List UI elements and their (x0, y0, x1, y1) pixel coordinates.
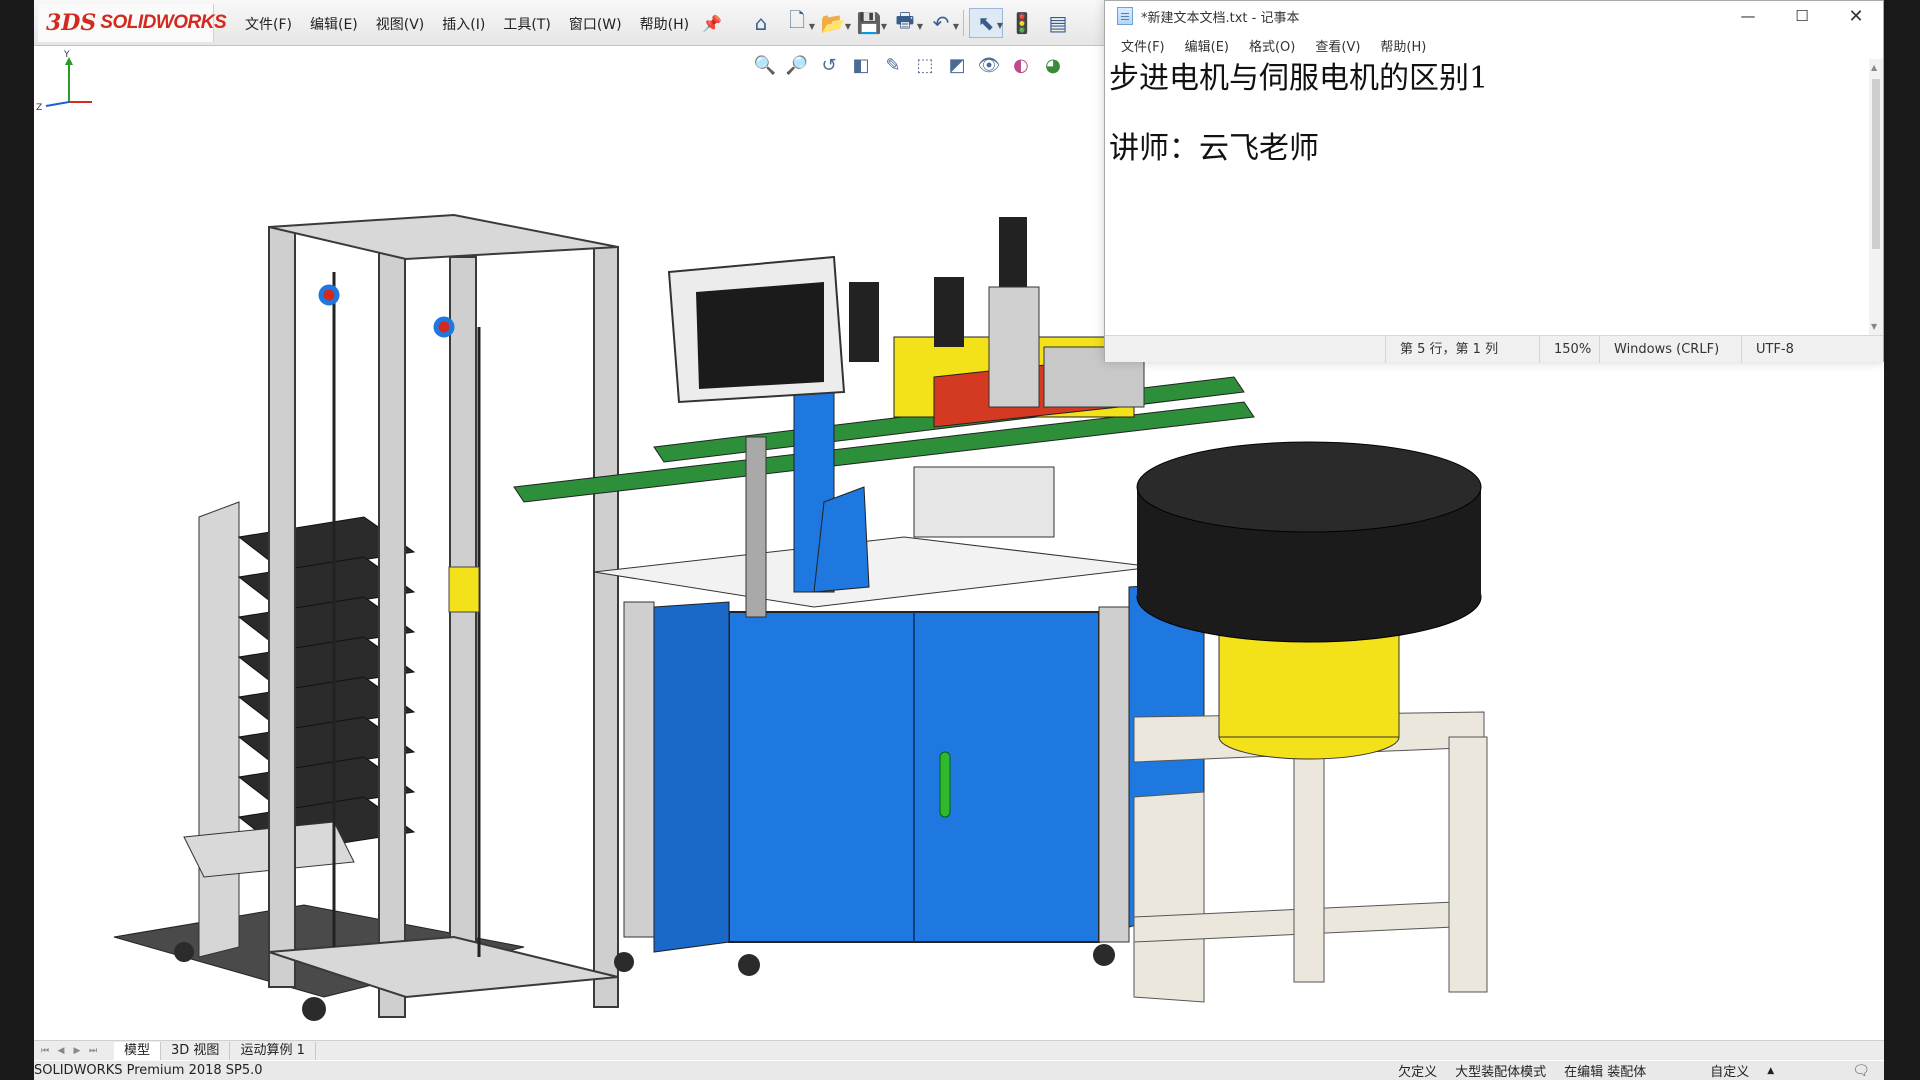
pin-menu-icon[interactable]: 📌 (702, 14, 722, 33)
status-right-group: 欠定义 大型装配体模式 在编辑 装配体 自定义 ▲ 🗨 (1398, 1061, 1870, 1080)
home-icon[interactable]: ⌂ (744, 8, 778, 38)
options-icon[interactable]: ▤ (1041, 8, 1075, 38)
menu-view[interactable]: 视图(V) (367, 14, 434, 34)
maximize-button[interactable]: ☐ (1775, 1, 1829, 31)
display-style-icon[interactable]: ◩ (942, 50, 972, 80)
tab-navigation: ⏮ ◀ ▶ ⏭ (34, 1044, 100, 1058)
tab-3d-view[interactable]: 3D 视图 (161, 1041, 231, 1060)
svg-text:Z: Z (36, 103, 42, 113)
undo-icon[interactable]: ↶ ▼ (924, 8, 959, 38)
menu-edit[interactable]: 编辑(E) (301, 14, 367, 34)
save-icon[interactable]: 💾 ▼ (852, 8, 887, 38)
pulley-top-right (433, 316, 455, 338)
line-ending: Windows (CRLF) (1599, 335, 1741, 363)
section-view-icon[interactable]: ◧ (846, 50, 876, 80)
zoom-to-fit-icon[interactable]: 🔍 (750, 50, 780, 80)
notepad-menubar: 文件(F) 编辑(E) 格式(O) 查看(V) 帮助(H) (1105, 31, 1883, 59)
solidworks-statusbar: SOLIDWORKS Premium 2018 SP5.0 欠定义 大型装配体模… (34, 1061, 1884, 1080)
notepad-menu-help[interactable]: 帮助(H) (1370, 36, 1436, 55)
main-table (593, 536, 1205, 953)
tab-motion-study[interactable]: 运动算例 1 (230, 1041, 316, 1060)
select-icon[interactable]: ⬉ ▼ (969, 8, 1003, 38)
edit-appearance-icon[interactable]: ◐ (1006, 50, 1036, 80)
previous-view-icon[interactable]: ↺ (814, 50, 844, 80)
encoding: UTF-8 (1741, 335, 1861, 363)
view-orientation-icon[interactable]: ⬚ (910, 50, 940, 80)
notepad-menu-file[interactable]: 文件(F) (1111, 36, 1175, 55)
notepad-menu-format[interactable]: 格式(O) (1239, 36, 1305, 55)
reference-triad-icon: Y Z (36, 50, 92, 113)
status-units-custom[interactable]: 自定义 (1710, 1061, 1749, 1080)
notepad-titlebar[interactable]: *新建文本文档.txt - 记事本 — ☐ ✕ (1105, 1, 1883, 31)
status-tooltip-icon[interactable]: 🗨 (1852, 1063, 1870, 1079)
status-large-assembly-mode: 大型装配体模式 (1455, 1065, 1547, 1080)
pulley-top-left (318, 284, 340, 306)
notepad-statusbar: 第 5 行，第 1 列 150% Windows (CRLF) UTF-8 (1105, 335, 1883, 363)
solidworks-logo[interactable]: 3DS SOLIDWORKS (38, 4, 227, 42)
scroll-down-icon[interactable]: ▼ (1871, 322, 1877, 331)
solidworks-brand-text: SOLIDWORKS (100, 12, 227, 33)
next-tab-icon[interactable]: ▶ (70, 1044, 84, 1058)
zoom-level: 150% (1539, 335, 1599, 363)
text-line-blank (1109, 99, 1867, 129)
status-product-name: SOLIDWORKS Premium 2018 SP5.0 (34, 1063, 263, 1078)
prev-tab-icon[interactable]: ◀ (54, 1044, 68, 1058)
ds-logo-mark: 3DS (46, 10, 97, 36)
text-line-title: 步进电机与伺服电机的区别1 (1109, 61, 1489, 96)
menu-help[interactable]: 帮助(H) (631, 14, 698, 34)
desktop-screen: 3DS SOLIDWORKS 文件(F) 编辑(E) 视图(V) 插入(I) 工… (0, 0, 1920, 1080)
last-tab-icon[interactable]: ⏭ (86, 1044, 100, 1058)
menu-insert[interactable]: 插入(I) (433, 14, 494, 34)
solidworks-menu-list: 文件(F) 编辑(E) 视图(V) 插入(I) 工具(T) 窗口(W) 帮助(H… (236, 14, 698, 34)
svg-text:Y: Y (63, 50, 70, 60)
model-tabs-bar: ⏮ ◀ ▶ ⏭ 模型 3D 视图 运动算例 1 (34, 1040, 1884, 1060)
notepad-app-icon (1117, 7, 1133, 25)
print-icon[interactable]: 🖶 ▼ (888, 8, 923, 38)
standard-toolbar: ⌂ 🗋 ▼ 📂 ▼ 💾 ▼ 🖶 ▼ ↶ ▼ ⬉ ▼ 🚦 ▤ (744, 8, 1075, 38)
hide-show-icon[interactable]: 👁 (974, 50, 1004, 80)
toolbar-separator (963, 10, 964, 36)
yellow-block (448, 566, 480, 613)
text-line-lecturer: 讲师：云飞老师 (1109, 131, 1319, 166)
status-editing-assembly: 在编辑 装配体 (1564, 1065, 1647, 1080)
notepad-menu-edit[interactable]: 编辑(E) (1175, 36, 1239, 55)
first-tab-icon[interactable]: ⏮ (38, 1044, 52, 1058)
vertical-scrollbar[interactable]: ▲ ▼ (1869, 59, 1883, 335)
tab-model[interactable]: 模型 (114, 1041, 162, 1060)
menu-tools[interactable]: 工具(T) (494, 14, 559, 34)
dynamic-annotation-icon[interactable]: ✎ (878, 50, 908, 80)
apply-scene-icon[interactable]: ◕ (1038, 50, 1068, 80)
minimize-button[interactable]: — (1721, 1, 1775, 31)
heads-up-view-toolbar: 🔍 🔎 ↺ ◧ ✎ ⬚ ◩ 👁 ◐ ◕ (750, 50, 1068, 80)
notepad-window: *新建文本文档.txt - 记事本 — ☐ ✕ 文件(F) 编辑(E) 格式(O… (1104, 0, 1884, 363)
cursor-position: 第 5 行，第 1 列 (1385, 335, 1539, 363)
bowl-feeder (1133, 441, 1488, 1003)
notepad-title: *新建文本文档.txt - 记事本 (1141, 10, 1300, 26)
zoom-to-area-icon[interactable]: 🔎 (782, 50, 812, 80)
new-document-icon[interactable]: 🗋 ▼ (780, 8, 815, 38)
notepad-menu-view[interactable]: 查看(V) (1305, 36, 1370, 55)
scroll-up-icon[interactable]: ▲ (1871, 63, 1877, 72)
status-underdefined: 欠定义 (1398, 1065, 1438, 1080)
open-icon[interactable]: 📂 ▼ (816, 8, 851, 38)
scrollbar-thumb[interactable] (1872, 79, 1880, 249)
menu-file[interactable]: 文件(F) (236, 14, 301, 34)
menu-window[interactable]: 窗口(W) (560, 14, 631, 34)
close-button[interactable]: ✕ (1829, 1, 1883, 31)
chevron-up-icon[interactable]: ▲ (1767, 1066, 1774, 1076)
notepad-text-area[interactable]: 步进电机与伺服电机的区别1 讲师：云飞老师 (1105, 59, 1871, 335)
rebuild-icon[interactable]: 🚦 (1005, 8, 1039, 38)
